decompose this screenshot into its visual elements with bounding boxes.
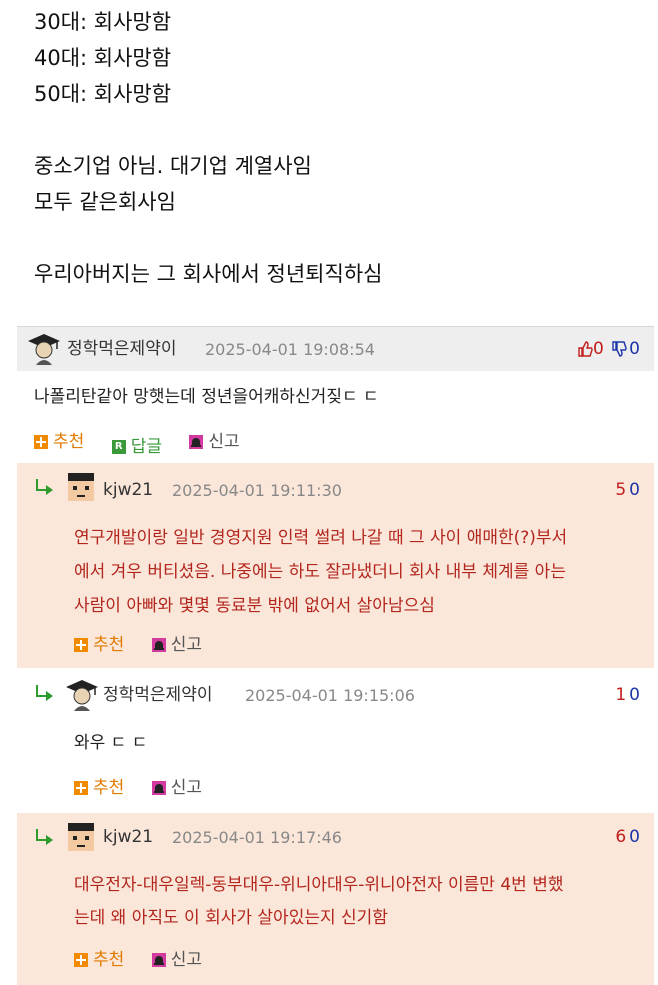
downvote-count: 0 <box>629 827 640 847</box>
post-line: 중소기업 아님. 대기업 계열사임 <box>34 154 312 178</box>
comment-date: 2025-04-01 19:11:30 <box>172 481 342 500</box>
post-line: 50대: 회사망함 <box>34 82 172 106</box>
downvote-count: 0 <box>629 480 640 500</box>
comment-date: 2025-04-01 19:15:06 <box>245 686 415 705</box>
pixel-face-avatar-icon <box>68 823 94 851</box>
reply-button[interactable]: R 답글 <box>111 436 162 458</box>
upvote-count: 5 <box>615 480 627 500</box>
reply-arrow-icon <box>34 685 56 701</box>
upvote-count: 0 <box>592 339 604 359</box>
comment-author[interactable]: 정학먹은제약이 <box>103 685 212 705</box>
recommend-button[interactable]: 추천 <box>74 634 124 656</box>
comment-header: 정학먹은제약이 2025-04-01 19:08:54 0 0 <box>17 327 654 371</box>
comment-text: 대우전자-대우일렉-동부대우-위니아대우-위니아전자 이름만 4번 변했 <box>74 875 564 895</box>
report-button[interactable]: 신고 <box>151 634 202 656</box>
comment-text: 사람이 아빠와 몇몇 동료분 밖에 없어서 살아남으심 <box>74 596 435 616</box>
comment-author[interactable]: 정학먹은제약이 <box>67 339 176 359</box>
post-line: 우리아버지는 그 회사에서 정년퇴직하심 <box>34 262 383 286</box>
comment-reply: 정학먹은제약이 2025-04-01 19:15:06 10 와우 ㄷ ㄷ 추천… <box>17 669 654 812</box>
comment-date: 2025-04-01 19:17:46 <box>172 828 342 847</box>
reply-arrow-icon <box>34 829 56 845</box>
siren-icon <box>151 638 166 652</box>
siren-icon <box>151 953 166 967</box>
siren-icon <box>189 435 204 449</box>
comment-actions: 추천 신고 <box>74 634 224 656</box>
reply-icon: R <box>111 440 126 454</box>
thumb-down-icon[interactable] <box>611 341 627 357</box>
siren-icon <box>151 781 166 795</box>
downvote-count: 0 <box>629 685 640 705</box>
comment-text: 에서 겨우 버티셨음. 나중에는 하도 잘라냈더니 회사 내부 체계를 아는 <box>74 562 566 582</box>
upvote-count: 6 <box>615 827 627 847</box>
pixel-face-avatar-icon <box>68 473 94 501</box>
graduate-avatar-icon <box>66 680 98 711</box>
comment-author[interactable]: kjw21 <box>103 480 153 500</box>
comment-date: 2025-04-01 19:08:54 <box>205 340 375 359</box>
comment-score: 60 <box>615 827 640 847</box>
comment-text: 연구개발이랑 일반 경영지원 인력 썰려 나갈 때 그 사이 애매한(?)부서 <box>74 528 568 548</box>
recommend-button[interactable]: 추천 <box>74 777 124 799</box>
reply-arrow-icon <box>34 479 56 495</box>
report-button[interactable]: 신고 <box>151 777 202 799</box>
comment-actions: 추천 R 답글 신고 <box>34 431 262 457</box>
plus-icon <box>74 953 88 967</box>
graduate-avatar-icon <box>28 334 60 365</box>
comment-text: 와우 ㄷ ㄷ <box>74 733 148 753</box>
comment-score: 10 <box>615 685 640 705</box>
plus-icon <box>74 638 88 652</box>
upvote-count: 1 <box>615 685 627 705</box>
recommend-button[interactable]: 추천 <box>74 949 124 971</box>
comment-reply: kjw21 2025-04-01 19:17:46 60 대우전자-대우일렉-동… <box>17 813 654 985</box>
comment-actions: 추천 신고 <box>74 777 224 799</box>
post-line: 모두 같은회사임 <box>34 190 176 214</box>
comment-text: 나폴리탄같아 망햇는데 정년을어캐하신거짖ㄷ ㄷ <box>34 387 379 407</box>
comment-score: 50 <box>615 480 640 500</box>
comment-actions: 추천 신고 <box>74 949 224 971</box>
report-button[interactable]: 신고 <box>189 431 240 453</box>
thumb-up-icon[interactable] <box>577 341 593 357</box>
downvote-count: 0 <box>629 339 640 359</box>
comment-reply: kjw21 2025-04-01 19:11:30 50 연구개발이랑 일반 경… <box>17 463 654 668</box>
recommend-button[interactable]: 추천 <box>34 431 84 453</box>
plus-icon <box>34 435 48 449</box>
comment: 정학먹은제약이 2025-04-01 19:08:54 0 0 나폴리탄같아 망… <box>17 326 654 462</box>
post-body: 30대: 회사망함 40대: 회사망함 50대: 회사망함 중소기업 아님. 대… <box>34 4 634 292</box>
plus-icon <box>74 781 88 795</box>
report-button[interactable]: 신고 <box>151 949 202 971</box>
post-line: 40대: 회사망함 <box>34 46 172 70</box>
comment-author[interactable]: kjw21 <box>103 827 153 847</box>
comment-score: 0 0 <box>577 339 640 359</box>
comment-text: 는데 왜 아직도 이 회사가 살아있는지 신기함 <box>74 908 388 928</box>
post-line: 30대: 회사망함 <box>34 10 172 34</box>
